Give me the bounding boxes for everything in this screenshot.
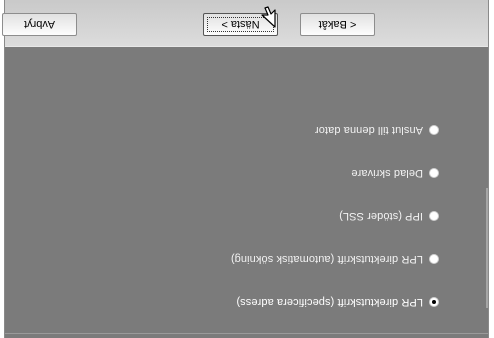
option-shared-printer[interactable]: Delad skrivare bbox=[231, 165, 439, 181]
option-lpr-manual[interactable]: LPR direktutskrift (specificera adress) bbox=[231, 294, 439, 310]
option-local-computer[interactable]: Anslut till denna dator bbox=[231, 122, 439, 138]
button-bar: < Bakåt Nästa > Avbryt bbox=[2, 0, 488, 47]
connection-type-panel: LPR direktutskrift (specificera adress) … bbox=[5, 46, 488, 338]
option-label: IPP (stöder SSL) bbox=[339, 210, 423, 222]
cancel-button[interactable]: Avbryt bbox=[2, 13, 77, 36]
radio-button-checked[interactable] bbox=[429, 297, 439, 307]
radio-button[interactable] bbox=[429, 254, 439, 264]
radio-button[interactable] bbox=[429, 211, 439, 221]
panel-divider bbox=[5, 333, 488, 334]
mouse-pointer-icon bbox=[261, 6, 276, 28]
option-label: LPR direktutskrift (automatisk sökning) bbox=[230, 253, 423, 265]
option-label: Delad skrivare bbox=[351, 167, 423, 179]
panel-edge bbox=[486, 188, 488, 308]
option-ipp[interactable]: IPP (stöder SSL) bbox=[231, 208, 439, 224]
option-label: Anslut till denna dator bbox=[314, 124, 423, 136]
upside-down-screen: LPR direktutskrift (specificera adress) … bbox=[0, 0, 494, 338]
print-connection-dialog: LPR direktutskrift (specificera adress) … bbox=[2, 0, 489, 338]
connection-options: LPR direktutskrift (specificera adress) … bbox=[231, 95, 439, 310]
option-lpr-auto[interactable]: LPR direktutskrift (automatisk sökning) bbox=[231, 251, 439, 267]
radio-button[interactable] bbox=[429, 125, 439, 135]
radio-button[interactable] bbox=[429, 168, 439, 178]
back-button[interactable]: < Bakåt bbox=[300, 13, 375, 36]
option-label: LPR direktutskrift (specificera adress) bbox=[236, 296, 423, 308]
